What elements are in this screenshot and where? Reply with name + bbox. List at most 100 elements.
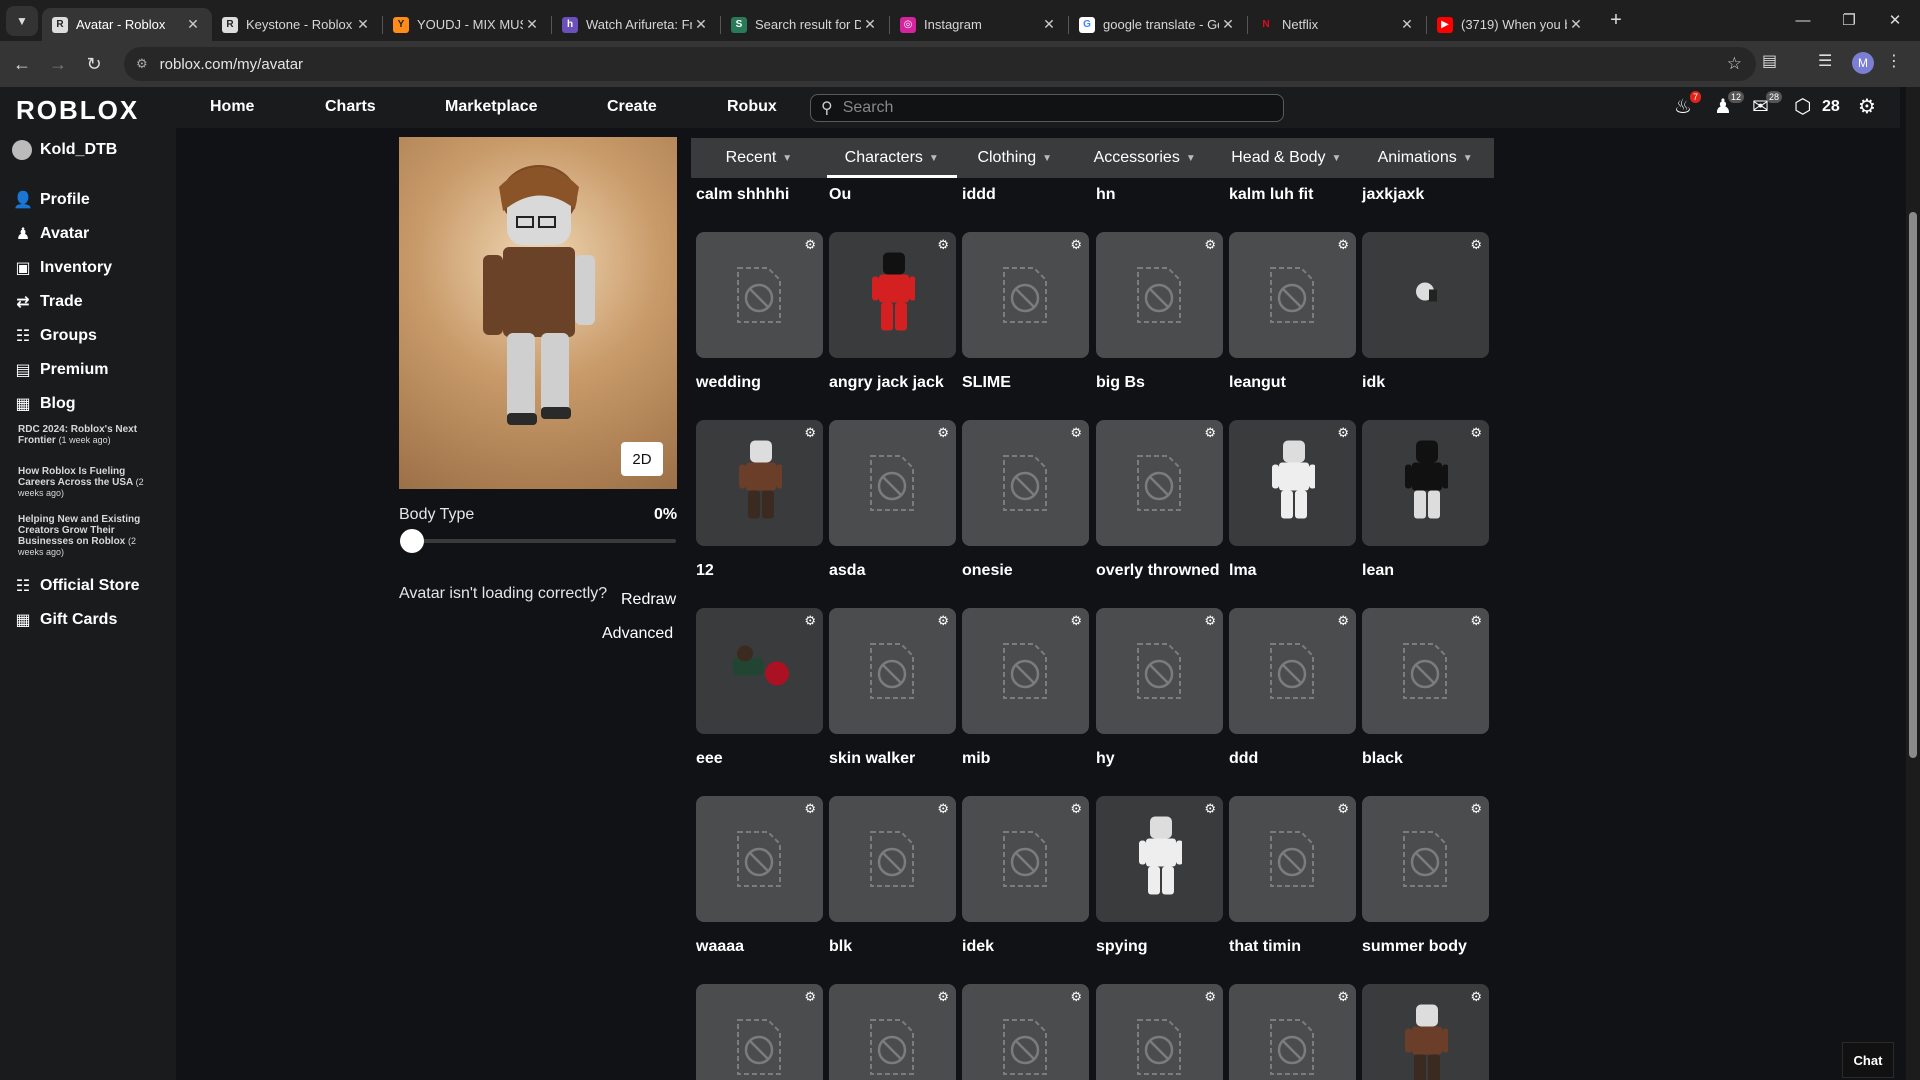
character-name[interactable]: lean — [1362, 560, 1489, 582]
character-thumbnail[interactable]: ⚙ — [1362, 796, 1489, 922]
character-thumbnail[interactable]: ⚙ — [696, 608, 823, 734]
sidebar-item-avatar[interactable]: ♟ Avatar — [12, 224, 89, 244]
close-tab-icon[interactable]: ✕ — [523, 16, 541, 33]
browser-tab[interactable]: R Avatar - Roblox ✕ — [42, 8, 212, 41]
page-scrollbar-thumb[interactable] — [1909, 212, 1917, 758]
character-name[interactable]: onesie — [962, 560, 1089, 582]
character-settings-gear-icon[interactable]: ⚙ — [1204, 801, 1216, 817]
character-thumbnail[interactable]: ⚙ — [1229, 232, 1356, 358]
tab-clothing[interactable]: Clothing ▼ — [957, 138, 1073, 178]
sidebar-item-profile[interactable]: 👤 Profile — [12, 190, 90, 210]
character-name[interactable]: angry jack jack — [829, 372, 956, 394]
character-thumbnail[interactable]: ⚙ — [1096, 420, 1223, 546]
close-tab-icon[interactable]: ✕ — [861, 16, 879, 33]
character-settings-gear-icon[interactable]: ⚙ — [1337, 613, 1349, 629]
redraw-button[interactable]: Redraw — [621, 591, 676, 609]
back-icon[interactable]: ← — [4, 54, 40, 75]
character-name[interactable]: skin walker — [829, 748, 956, 770]
sidebar-username[interactable]: Kold_DTB — [12, 140, 117, 160]
roblox-logo[interactable]: ROBLOX — [16, 95, 139, 126]
character-name[interactable]: kalm luh fit — [1229, 184, 1356, 206]
character-card[interactable]: ⚙ — [829, 984, 956, 1080]
character-card[interactable]: ⚙ leangut — [1229, 232, 1356, 394]
character-card[interactable]: ⚙ that timin — [1229, 796, 1356, 958]
character-settings-gear-icon[interactable]: ⚙ — [1070, 613, 1082, 629]
character-settings-gear-icon[interactable]: ⚙ — [937, 801, 949, 817]
tab-recent[interactable]: Recent ▼ — [691, 138, 827, 178]
minimize-button[interactable]: — — [1780, 0, 1826, 40]
character-card[interactable]: ⚙hn — [1096, 178, 1223, 206]
search-input[interactable]: ⚲ Search — [810, 94, 1284, 122]
character-settings-gear-icon[interactable]: ⚙ — [937, 989, 949, 1005]
character-settings-gear-icon[interactable]: ⚙ — [1337, 989, 1349, 1005]
character-card[interactable]: ⚙Ou — [829, 178, 956, 206]
character-thumbnail[interactable]: ⚙ — [1229, 984, 1356, 1080]
character-card[interactable]: ⚙ big Bs — [1096, 232, 1223, 394]
character-thumbnail[interactable]: ⚙ — [1229, 420, 1356, 546]
character-thumbnail[interactable]: ⚙ — [696, 796, 823, 922]
address-bar[interactable]: ⚙ roblox.com/my/avatar ☆ — [124, 47, 1756, 81]
character-thumbnail[interactable]: ⚙ — [1362, 608, 1489, 734]
character-thumbnail[interactable]: ⚙ — [696, 420, 823, 546]
sidebar-item-groups[interactable]: ☷ Groups — [12, 326, 97, 346]
character-settings-gear-icon[interactable]: ⚙ — [937, 425, 949, 441]
browser-menu-icon[interactable]: ⋮ — [1886, 51, 1902, 71]
character-settings-gear-icon[interactable]: ⚙ — [804, 989, 816, 1005]
browser-profile-avatar[interactable]: M — [1852, 52, 1874, 74]
browser-tab[interactable]: h Watch Arifureta: From✕ — [552, 8, 720, 41]
sidebar-item-inventory[interactable]: ▣ Inventory — [12, 258, 112, 278]
character-card[interactable]: ⚙ — [1096, 984, 1223, 1080]
new-tab-button[interactable]: + — [1601, 9, 1631, 32]
character-name[interactable]: SLIME — [962, 372, 1089, 394]
nav-charts[interactable]: Charts — [325, 98, 376, 116]
tab-head-body[interactable]: Head & Body ▼ — [1216, 138, 1356, 178]
character-thumbnail[interactable]: ⚙ — [1096, 232, 1223, 358]
character-name[interactable]: leangut — [1229, 372, 1356, 394]
browser-tab[interactable]: R Keystone - Roblox ✕ — [212, 8, 382, 41]
character-name[interactable]: calm shhhhi — [696, 184, 823, 206]
character-settings-gear-icon[interactable]: ⚙ — [1070, 989, 1082, 1005]
character-thumbnail[interactable]: ⚙ — [1096, 984, 1223, 1080]
character-settings-gear-icon[interactable]: ⚙ — [1070, 237, 1082, 253]
character-card[interactable]: ⚙ idk — [1362, 232, 1489, 394]
character-card[interactable]: ⚙jaxkjaxk — [1362, 178, 1489, 206]
character-card[interactable]: ⚙ angry jack jack — [829, 232, 956, 394]
character-settings-gear-icon[interactable]: ⚙ — [1204, 425, 1216, 441]
character-thumbnail[interactable]: ⚙ — [1229, 796, 1356, 922]
character-settings-gear-icon[interactable]: ⚙ — [1470, 613, 1482, 629]
character-card[interactable]: ⚙ SLIME — [962, 232, 1089, 394]
tab-characters[interactable]: Characters ▼ — [826, 138, 957, 178]
character-thumbnail[interactable]: ⚙ — [962, 608, 1089, 734]
reload-icon[interactable]: ↻ — [76, 54, 112, 75]
character-name[interactable]: lma — [1229, 560, 1356, 582]
character-settings-gear-icon[interactable]: ⚙ — [804, 801, 816, 817]
character-card[interactable]: ⚙ eee — [696, 608, 823, 770]
character-name[interactable]: overly throwned — [1096, 560, 1223, 582]
blog-post-link[interactable]: RDC 2024: Roblox's Next Frontier (1 week… — [18, 424, 158, 446]
character-settings-gear-icon[interactable]: ⚙ — [1470, 425, 1482, 441]
character-settings-gear-icon[interactable]: ⚙ — [1470, 801, 1482, 817]
character-card[interactable]: ⚙calm shhhhi — [696, 178, 823, 206]
character-name[interactable]: eee — [696, 748, 823, 770]
character-name[interactable]: 12 — [696, 560, 823, 582]
character-name[interactable]: jaxkjaxk — [1362, 184, 1489, 206]
character-name[interactable]: summer body — [1362, 936, 1489, 958]
character-name[interactable]: black — [1362, 748, 1489, 770]
sidebar-item-blog[interactable]: ▦ Blog — [12, 394, 75, 414]
character-settings-gear-icon[interactable]: ⚙ — [804, 613, 816, 629]
character-card[interactable]: ⚙ blk — [829, 796, 956, 958]
character-card[interactable]: ⚙ — [696, 984, 823, 1080]
close-tab-icon[interactable]: ✕ — [1567, 16, 1585, 33]
character-thumbnail[interactable]: ⚙ — [962, 232, 1089, 358]
character-name[interactable]: Ou — [829, 184, 956, 206]
sidebar-item-gift-cards[interactable]: ▦ Gift Cards — [12, 610, 117, 630]
character-name[interactable]: hy — [1096, 748, 1223, 770]
character-card[interactable]: ⚙ hy — [1096, 608, 1223, 770]
character-card[interactable]: ⚙ 12 — [696, 420, 823, 582]
close-tab-icon[interactable]: ✕ — [692, 16, 710, 33]
close-tab-icon[interactable]: ✕ — [184, 16, 202, 33]
blog-post-link[interactable]: How Roblox Is Fueling Careers Across the… — [18, 466, 158, 499]
nav-create[interactable]: Create — [607, 98, 657, 116]
browser-tab[interactable]: ▶ (3719) When you brin✕ — [1427, 8, 1595, 41]
character-thumbnail[interactable]: ⚙ — [1362, 420, 1489, 546]
